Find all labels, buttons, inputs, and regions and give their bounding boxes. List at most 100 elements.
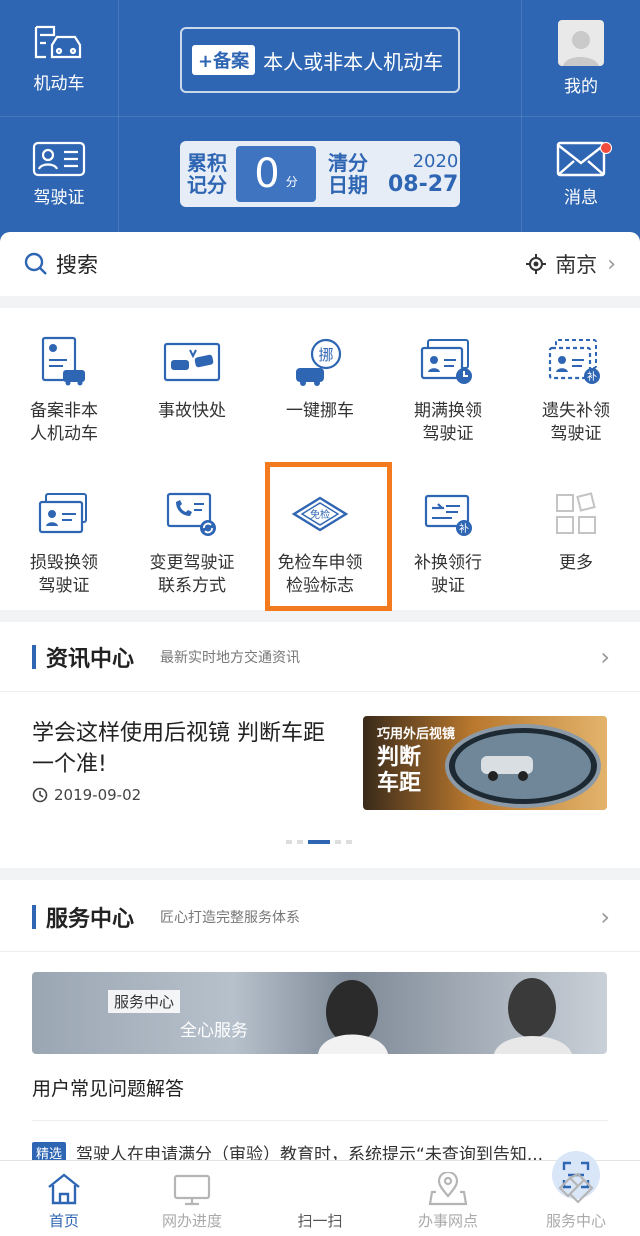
score-panel[interactable]: 累积记分 0 分 清分日期 2020 08-27 xyxy=(180,141,460,207)
clear-date-label: 清分日期 xyxy=(328,151,368,197)
service-vehicle-license[interactable]: 补 补换领行 驶证 xyxy=(384,460,512,600)
service-license-lost[interactable]: 补 遗失补领 驾驶证 xyxy=(512,308,640,448)
service-contact-change[interactable]: 变更驾驶证 联系方式 xyxy=(128,460,256,600)
clear-year: 2020 xyxy=(412,151,459,172)
more-icon xyxy=(556,492,596,534)
move-car-icon: 挪 xyxy=(296,338,342,386)
contact-change-icon xyxy=(166,492,216,536)
section-marker xyxy=(32,644,36,669)
section-marker xyxy=(32,904,36,929)
vehicle-label: 机动车 xyxy=(33,73,85,94)
news-subtitle: 最新实时地方交通资讯 xyxy=(160,649,301,666)
banner-tag: 服务中心 xyxy=(108,990,181,1013)
register-tag: +备案 xyxy=(192,45,256,75)
service-header[interactable]: 服务中心 匠心打造完整服务体系 › xyxy=(0,882,640,952)
service-license-damaged[interactable]: 损毁换领 驾驶证 xyxy=(0,460,128,600)
service-more[interactable]: 更多 xyxy=(512,460,640,600)
service-label: 更多 xyxy=(559,553,593,573)
service-icon xyxy=(558,1172,594,1204)
mirror-image: 巧用外后视镜 判断 车距 xyxy=(363,716,607,810)
service-label: 一键挪车 xyxy=(286,401,354,421)
news-header[interactable]: 资讯中心 最新实时地方交通资讯 › xyxy=(0,622,640,692)
tab-label: 服务中心 xyxy=(545,1212,606,1230)
carousel-dot xyxy=(286,840,292,844)
tab-home[interactable]: 首页 xyxy=(0,1161,128,1236)
score-value: 0 xyxy=(254,151,280,197)
avatar xyxy=(558,19,604,66)
tab-progress[interactable]: 网办进度 xyxy=(128,1161,256,1236)
register-vehicle-icon xyxy=(41,336,85,386)
service-label: 变更驾驶证 联系方式 xyxy=(149,553,235,596)
messages-button[interactable]: 消息 xyxy=(522,116,640,232)
register-vehicle-button[interactable]: +备案 本人或非本人机动车 xyxy=(180,27,460,93)
carousel-dot xyxy=(335,840,341,844)
image-caption-1: 巧用外后视镜 xyxy=(377,726,455,742)
service-center-section: 服务中心 匠心打造完整服务体系 › 服务中心 全心服务 用户常见问题解答 精选 … xyxy=(0,880,640,1165)
messages-label: 消息 xyxy=(564,187,598,208)
license-button[interactable]: 驾驶证 xyxy=(0,116,118,232)
news-section: 资讯中心 最新实时地方交通资讯 › 学会这样使用后视镜 判断车距一个准! 201… xyxy=(0,622,640,868)
chevron-right-icon: › xyxy=(600,642,610,671)
location-icon xyxy=(428,1172,468,1206)
bottom-tab-bar: 首页 网办进度 扫一扫 办事网点 服务中心 xyxy=(0,1151,640,1236)
carousel-dots xyxy=(286,840,352,844)
tab-scan[interactable]: 扫一扫 xyxy=(256,1151,600,1236)
lost-badge: 补 xyxy=(587,370,597,383)
license-icon xyxy=(32,141,86,176)
service-label: 备案非本 人机动车 xyxy=(30,401,98,444)
tab-label: 办事网点 xyxy=(417,1212,478,1230)
score-label: 累积记分 xyxy=(187,151,227,197)
article-date: 2019-09-02 xyxy=(32,786,141,804)
search-bar[interactable]: 搜索 南京 › xyxy=(0,232,640,296)
clear-month-day: 08-27 xyxy=(388,172,459,197)
license-renew-icon xyxy=(420,339,472,384)
divider xyxy=(32,1120,608,1121)
chevron-right-icon: › xyxy=(600,902,610,931)
article-date-text: 2019-09-02 xyxy=(54,786,142,804)
accident-icon xyxy=(163,342,221,382)
vehicle-button[interactable]: 机动车 xyxy=(0,0,118,116)
service-title: 服务中心 xyxy=(46,906,135,932)
carousel-dot xyxy=(297,840,303,844)
clock-icon xyxy=(32,787,48,803)
faq-link[interactable]: 用户常见问题解答 xyxy=(32,1074,184,1101)
service-label: 期满换领 驾驶证 xyxy=(414,401,482,444)
article-image[interactable]: 巧用外后视镜 判断 车距 xyxy=(363,716,607,810)
service-label: 损毁换领 驾驶证 xyxy=(30,553,98,596)
license-lost-icon: 补 xyxy=(548,339,600,384)
tab-label: 网办进度 xyxy=(161,1212,222,1230)
carousel-dot xyxy=(346,840,352,844)
service-accident[interactable]: 事故快处 xyxy=(128,308,256,448)
service-register-vehicle[interactable]: 备案非本 人机动车 xyxy=(0,308,128,448)
image-caption-3: 车距 xyxy=(377,770,421,796)
tab-label: 首页 xyxy=(48,1212,79,1230)
mail-icon xyxy=(556,141,606,176)
avatar-icon xyxy=(563,30,599,66)
register-text: 本人或非本人机动车 xyxy=(263,49,444,74)
news-title: 资讯中心 xyxy=(46,646,135,672)
mine-label: 我的 xyxy=(564,76,598,97)
service-banner[interactable]: 服务中心 全心服务 xyxy=(32,972,607,1054)
unread-badge xyxy=(600,142,612,154)
image-caption-2: 判断 xyxy=(377,744,421,770)
license-damaged-icon xyxy=(38,493,87,534)
license-label: 驾驶证 xyxy=(33,187,85,208)
move-badge: 挪 xyxy=(318,346,333,364)
score-unit: 分 xyxy=(285,175,298,189)
city-selector[interactable]: 南京 › xyxy=(525,249,616,279)
search-input[interactable]: 搜索 xyxy=(56,249,98,279)
service-license-renew[interactable]: 期满换领 驾驶证 xyxy=(384,308,512,448)
score-value-box: 0 分 xyxy=(236,146,316,202)
service-move-car[interactable]: 挪 一键挪车 xyxy=(256,308,384,448)
search-icon xyxy=(24,252,47,275)
service-banner-image xyxy=(318,978,572,1054)
service-label: 补换领行 驶证 xyxy=(414,553,482,596)
mine-button[interactable]: 我的 xyxy=(522,0,640,116)
article-title[interactable]: 学会这样使用后视镜 判断车距一个准! xyxy=(32,718,342,780)
carousel-dot-active xyxy=(308,840,330,844)
tab-locations[interactable]: 办事网点 xyxy=(384,1161,512,1236)
home-icon xyxy=(48,1173,80,1205)
top-header: 机动车 驾驶证 +备案 本人或非本人机动车 累积记分 0 分 清分日期 2020… xyxy=(0,0,640,250)
tab-service-center[interactable]: 服务中心 xyxy=(512,1161,640,1236)
monitor-icon xyxy=(173,1174,211,1206)
